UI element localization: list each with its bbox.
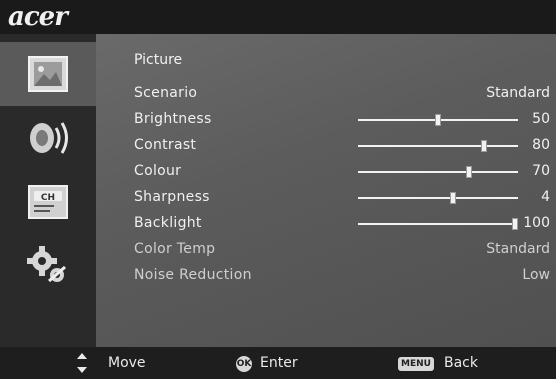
menu-item-label: Scenario <box>134 85 198 101</box>
menu-item-value: 80 <box>532 137 550 153</box>
menu-item-value: Low <box>522 267 550 283</box>
menu-item-label: Contrast <box>134 137 197 153</box>
menu-item-label: Backlight <box>134 215 202 231</box>
channel-icon: CH <box>28 185 68 219</box>
svg-text:CH: CH <box>41 193 55 203</box>
contrast-slider[interactable] <box>358 140 518 152</box>
brightness-slider[interactable] <box>358 114 518 126</box>
slider-knob[interactable] <box>466 166 472 178</box>
menu-item-value: 4 <box>541 189 550 205</box>
picture-icon <box>28 56 68 92</box>
menu-item-contrast[interactable]: Contrast 80 <box>134 134 550 158</box>
back-hint: Back <box>444 355 478 371</box>
colour-slider[interactable] <box>358 166 518 178</box>
speaker-icon <box>30 122 68 154</box>
menu-item-value: 100 <box>523 215 550 231</box>
menu-item-backlight[interactable]: Backlight 100 <box>134 212 550 236</box>
menu-item-brightness[interactable]: Brightness 50 <box>134 108 550 132</box>
ok-key-icon: OK <box>236 356 252 372</box>
menu-item-color-temp[interactable]: Color Temp Standard <box>134 238 550 262</box>
settings-gears-icon <box>27 246 66 283</box>
rail-item-picture[interactable] <box>0 42 96 106</box>
top-bar: acer <box>0 0 556 34</box>
rail-item-sound[interactable] <box>0 106 96 170</box>
sharpness-slider[interactable] <box>358 192 518 204</box>
tv-osd-screen: acer CH Picture Scenario Standard Bright… <box>0 0 556 379</box>
slider-knob[interactable] <box>512 218 518 230</box>
menu-title: Picture <box>134 52 183 68</box>
menu-key-icon: MENU <box>398 357 434 371</box>
move-hint: Move <box>108 355 146 371</box>
menu-item-value: Standard <box>486 85 550 101</box>
enter-hint: Enter <box>260 355 298 371</box>
menu-item-label: Colour <box>134 163 182 179</box>
slider-knob[interactable] <box>450 192 456 204</box>
rail-item-channel[interactable]: CH <box>0 170 96 234</box>
menu-item-label: Brightness <box>134 111 212 127</box>
menu-item-value: Standard <box>486 241 550 257</box>
menu-item-label: Noise Reduction <box>134 267 252 283</box>
menu-item-value: 70 <box>532 163 550 179</box>
acer-logo: acer <box>8 2 68 32</box>
picture-settings-panel: Picture Scenario Standard Brightness 50 … <box>96 34 556 347</box>
category-rail: CH <box>0 34 96 347</box>
menu-item-sharpness[interactable]: Sharpness 4 <box>134 186 550 210</box>
menu-item-colour[interactable]: Colour 70 <box>134 160 550 184</box>
slider-knob[interactable] <box>481 140 487 152</box>
help-bar: Move OK Enter MENU Back <box>0 347 556 379</box>
menu-item-label: Sharpness <box>134 189 210 205</box>
menu-item-noise-reduction[interactable]: Noise Reduction Low <box>134 264 550 288</box>
backlight-slider[interactable] <box>358 218 518 230</box>
menu-item-scenario[interactable]: Scenario Standard <box>134 82 550 106</box>
up-down-arrows-icon <box>77 353 87 373</box>
menu-item-label: Color Temp <box>134 241 216 257</box>
rail-item-settings[interactable] <box>0 234 96 298</box>
menu-item-value: 50 <box>532 111 550 127</box>
slider-knob[interactable] <box>435 114 441 126</box>
